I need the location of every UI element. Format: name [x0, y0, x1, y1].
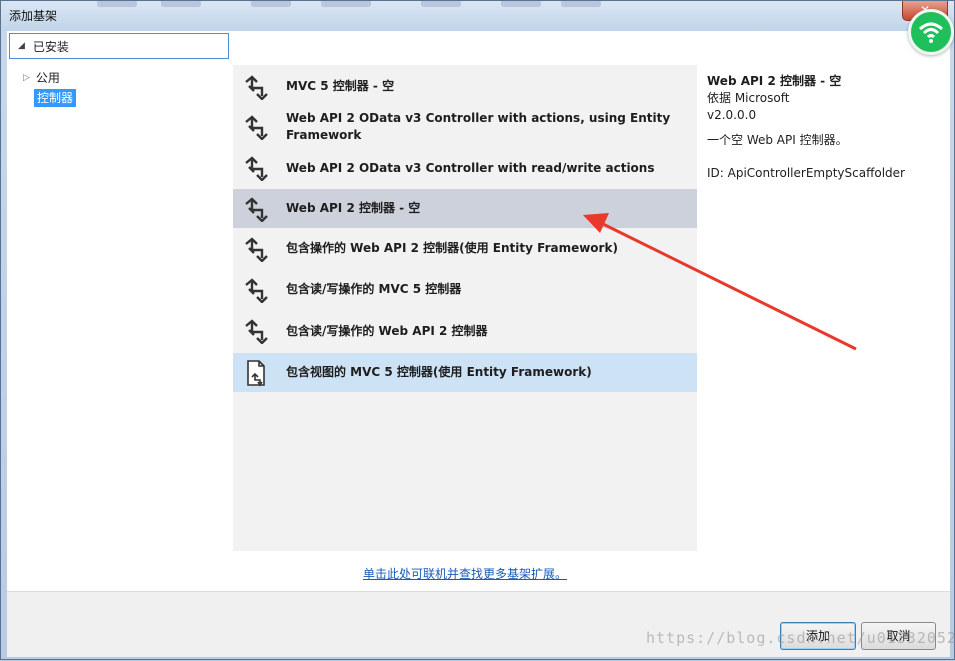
find-more-scaffolds-link[interactable]: 单击此处可联机并查找更多基架扩展。: [363, 565, 567, 582]
wifi-icon: [918, 22, 944, 43]
controller-icon: [243, 196, 269, 225]
detail-version: v2.0.0.0: [707, 108, 757, 122]
controller-icon: [243, 277, 269, 306]
installed-group-header[interactable]: ◢ 已安装: [9, 33, 229, 59]
scaffold-item-label: Web API 2 控制器 - 空: [286, 201, 421, 215]
background-tab-ghost: [561, 1, 601, 7]
scaffold-item-label: 包含视图的 MVC 5 控制器(使用 Entity Framework): [286, 365, 592, 379]
background-tab-ghost: [421, 1, 461, 7]
tree-item-label: 公用: [35, 71, 60, 85]
controller-icon: [243, 236, 269, 265]
tree-item-controllers[interactable]: 控制器: [34, 89, 77, 107]
scaffold-details: Web API 2 控制器 - 空 依据 Microsoft v2.0.0.0 …: [707, 73, 937, 182]
scaffold-item-mvc5-views-ef[interactable]: 包含视图的 MVC 5 控制器(使用 Entity Framework): [233, 353, 697, 392]
controller-icon: [243, 74, 269, 103]
scaffold-item-label: 包含读/写操作的 Web API 2 控制器: [286, 324, 488, 338]
category-tree: ◢ 已安装 ▷ 公用 控制器: [7, 31, 229, 591]
controller-icon: [243, 155, 269, 184]
scaffold-item-mvc5-rw[interactable]: 包含读/写操作的 MVC 5 控制器: [233, 269, 697, 310]
scaffold-item-mvc5-empty[interactable]: MVC 5 控制器 - 空: [233, 67, 697, 105]
controller-icon: [243, 114, 269, 143]
expand-triangle-icon: ▷: [23, 72, 30, 83]
scaffold-item-label: 包含读/写操作的 MVC 5 控制器: [286, 282, 462, 296]
detail-id: ID: ApiControllerEmptyScaffolder: [707, 166, 905, 180]
detail-title: Web API 2 控制器 - 空: [707, 74, 842, 88]
tree-item-common[interactable]: ▷ 公用: [23, 69, 60, 86]
tree-item-label: 控制器: [34, 89, 77, 107]
background-tab-ghost: [321, 1, 371, 7]
window-title: 添加基架: [9, 9, 58, 23]
scaffold-item-label: MVC 5 控制器 - 空: [286, 79, 395, 93]
background-tab-ghost: [501, 1, 541, 7]
view-controller-icon: [243, 359, 269, 390]
background-tab-ghost: [161, 1, 201, 7]
title-bar: 添加基架 ✕: [1, 1, 954, 31]
scaffold-item-odata-ef[interactable]: Web API 2 OData v3 Controller with actio…: [233, 105, 697, 149]
collapse-triangle-icon: ◢: [18, 41, 25, 51]
scaffold-item-label: 包含操作的 Web API 2 控制器(使用 Entity Framework): [286, 241, 618, 255]
scaffold-item-webapi2-ef[interactable]: 包含操作的 Web API 2 控制器(使用 Entity Framework): [233, 228, 697, 269]
background-tab-ghost: [251, 1, 291, 7]
scaffold-item-webapi2-empty[interactable]: Web API 2 控制器 - 空: [233, 189, 697, 228]
background-tab-ghost: [97, 1, 137, 7]
scaffold-list: MVC 5 控制器 - 空 Web API 2 OData v3 Control…: [233, 65, 697, 551]
watermark: https://blog.csdn.net/u013320520: [646, 629, 955, 647]
scaffold-item-label: Web API 2 OData v3 Controller with actio…: [286, 111, 671, 142]
detail-author: 依据 Microsoft: [707, 91, 790, 105]
scaffold-item-odata-rw[interactable]: Web API 2 OData v3 Controller with read/…: [233, 149, 697, 189]
controller-icon: [243, 318, 269, 347]
installed-label: 已安装: [32, 39, 69, 54]
detail-description: 一个空 Web API 控制器。: [707, 133, 848, 147]
scaffold-item-webapi2-rw[interactable]: 包含读/写操作的 Web API 2 控制器: [233, 310, 697, 352]
wifi-status-badge[interactable]: [908, 9, 954, 55]
scaffold-item-label: Web API 2 OData v3 Controller with read/…: [286, 161, 655, 175]
dialog-window: 添加基架 ✕ ◢ 已安装 ▷ 公用 控制器 MVC 5 控制器 - 空: [0, 0, 955, 660]
